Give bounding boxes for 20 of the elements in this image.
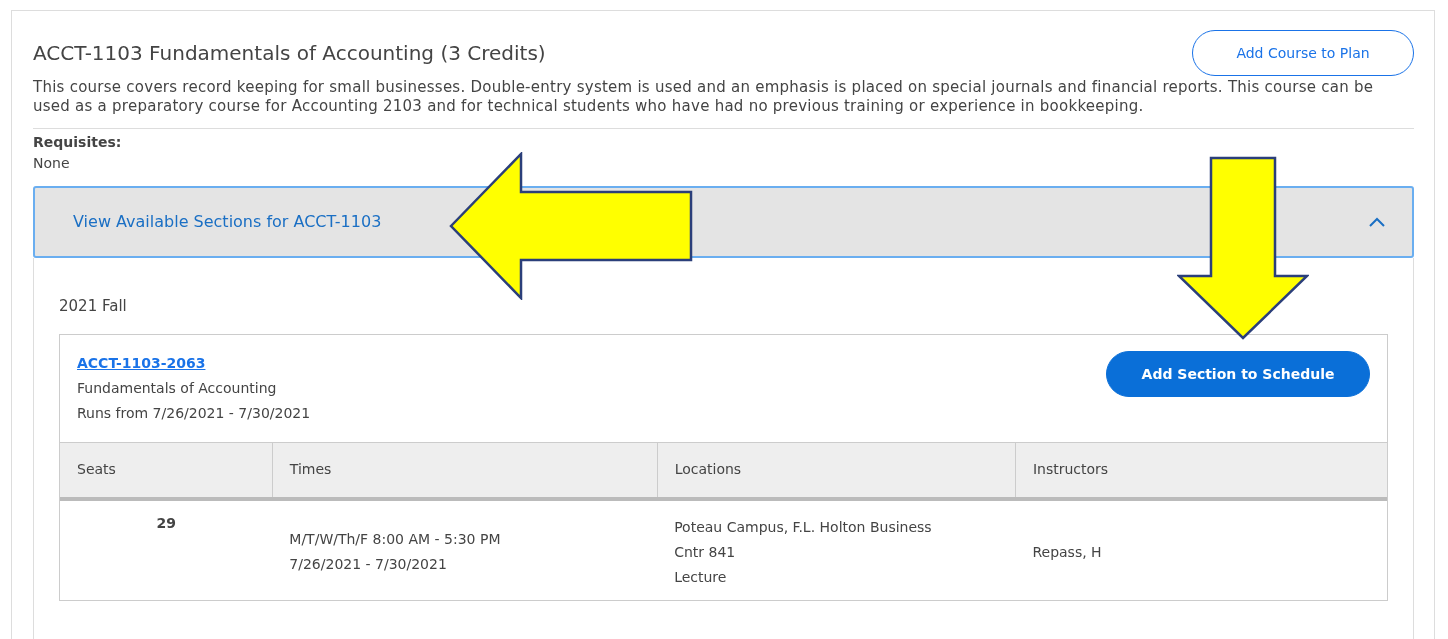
course-description: This course covers record keeping for small businesses. Double-entry system is used and an emphasis is placed on special journals and financial reports. This course can be used as a preparatory course for Accounting 2103 and for technical students who have had no previous training or experience in bookkeeping. [33,78,1414,129]
column-header: Instructors [1015,442,1387,499]
add-course-button[interactable]: Add Course to Plan [1192,30,1414,76]
requisites-value: None [33,154,71,173]
table-cell-text: Poteau Campus, F.L. Holton Business Cntr 841 Lecture [674,517,933,587]
table-cell-text: M/T/W/Th/F 8:00 AM - 5:30 PM 7/26/2021 - 7/30/2021 [289,530,502,574]
chevron-up-icon [1368,216,1386,228]
table-cell: 29 [60,498,273,600]
term-label: 2021 Fall [59,296,128,317]
column-header: Seats [60,442,273,499]
course-title: ACCT-1103 Fundamentals of Accounting (3 Credits) [33,41,546,65]
column-header: Times [272,442,658,499]
requisites-label: Requisites: [33,133,123,152]
column-header: Locations [657,442,1016,499]
table-cell: Repass, H [1032,543,1102,560]
section-dates: Runs from 7/26/2021 - 7/30/2021 [77,404,311,423]
section-link[interactable]: ACCT-1103-2063 [77,351,206,376]
add-section-button[interactable]: Add Section to Schedule [1106,351,1370,397]
section-name: Fundamentals of Accounting [77,379,278,398]
section-header-text: View Available Sections for ACCT-1103 [73,211,382,233]
